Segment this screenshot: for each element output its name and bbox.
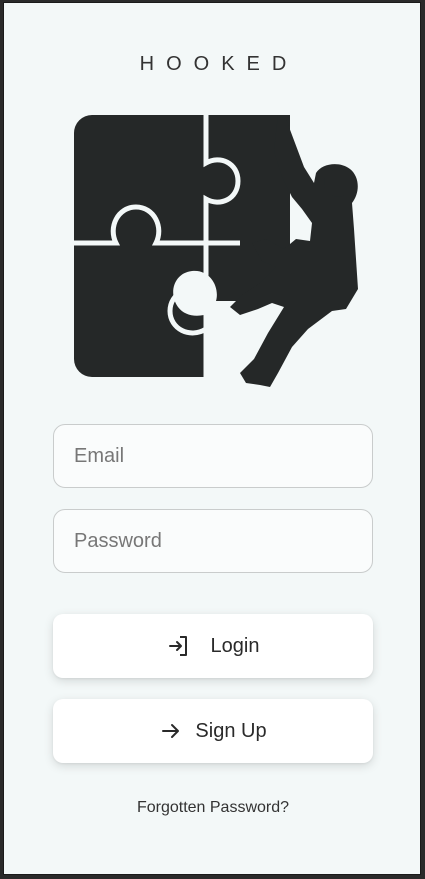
login-screen: HOOKED Login [3,2,421,875]
login-arrow-icon [168,636,187,656]
signup-button-label: Sign Up [195,719,267,742]
arrow-right-icon [162,724,180,738]
password-field[interactable] [53,509,373,573]
login-button-label: Login [210,634,260,657]
window-frame: HOOKED Login [0,0,425,879]
email-field[interactable] [53,424,373,488]
signup-button[interactable]: Sign Up [53,699,373,763]
login-button[interactable]: Login [53,614,373,678]
app-title: HOOKED [139,53,299,75]
puzzle-climber-logo [74,115,358,387]
forgot-password-link[interactable]: Forgotten Password? [4,799,422,817]
